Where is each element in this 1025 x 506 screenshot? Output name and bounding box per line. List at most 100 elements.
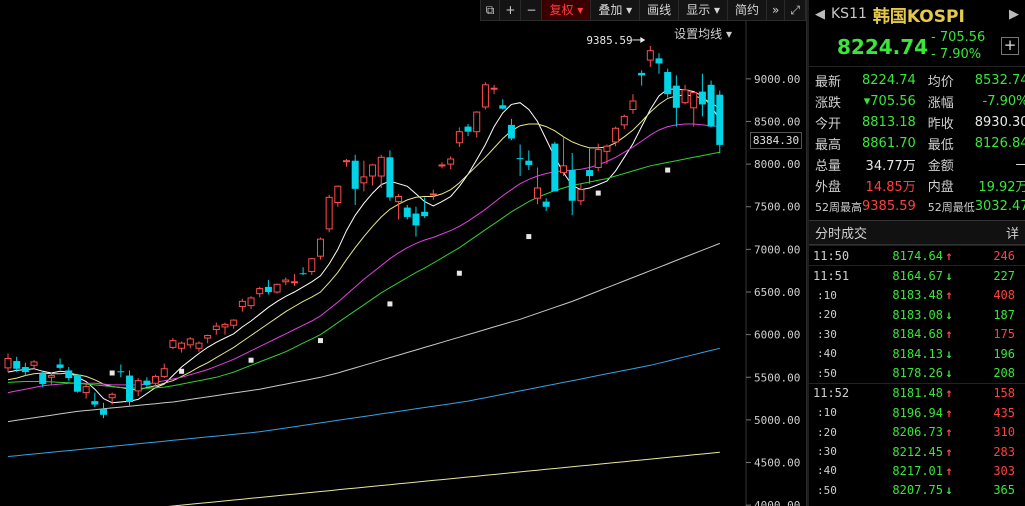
stats-row: 52周最高 9385.59 52周最低 3032.47 [809,196,1025,217]
ma-marker [109,370,115,376]
tick-volume: 408 [993,288,1015,303]
simple-mode-button[interactable]: 简约 [728,0,768,20]
tick-price: 8174.64 [892,248,943,263]
candle-body [707,84,715,127]
candle-body [473,111,481,133]
arrow-up-icon: ↑ [945,288,953,303]
tick-row: 11:50 8174.64 ↑ 246 [809,245,1025,265]
tick-price: 8183.08 [892,307,943,322]
stat-value: 8930.30 [974,115,1025,130]
stat-value: — [975,154,1025,175]
candle-body [395,195,403,203]
candle-body [490,87,498,90]
candle-body [560,165,568,174]
y-tick-label: 9000.00 [754,73,800,86]
tick-volume: 283 [993,444,1015,459]
expand-icon[interactable]: » [767,0,786,20]
tick-time: :30 [817,445,837,459]
candle-body [603,145,611,152]
quote-header: ◀ KS11 韩国KOSPI ▶ [809,0,1025,28]
ma-marker [248,357,254,363]
moving-average-line [168,451,720,506]
candle-body [195,342,203,349]
tick-volume: 246 [993,248,1015,263]
stat-value: 3032.47 [974,199,1025,214]
zoom-in-icon[interactable]: + [500,0,522,20]
candle-body [4,357,12,369]
candle-body [568,170,576,201]
peak-arrow-head [640,36,646,43]
quote-summary: 8224.74 - 705.56 - 7.90% + [809,28,1025,67]
candle-body [290,281,298,284]
y-tick-label: 5000.00 [754,414,800,427]
y-tick-label: 7500.00 [754,201,800,214]
stat-value: 14.85万 [865,180,916,195]
stat-value: 8861.70 [862,136,916,151]
ticks-title: 分时成交 [815,227,868,242]
stat-label: 金额 [927,159,954,174]
stat-value: 8532.74 [974,73,1025,88]
candle-body [247,297,255,307]
candle-body [82,386,90,394]
tick-volume: 187 [993,307,1015,322]
tick-price: 8181.48 [892,386,943,401]
prev-arrow-icon[interactable]: ◀ [809,7,831,22]
overlay-button[interactable]: 叠加 ▾ [591,0,641,20]
tick-price: 8217.01 [892,463,943,478]
stat-label: 总量 [815,159,842,174]
ticks-detail-button[interactable]: 详 [1006,223,1019,242]
ma-marker [456,270,462,276]
fullscreen-icon[interactable]: ⤢ [785,0,806,20]
stat-label: 外盘 [815,180,842,195]
tick-time: :40 [817,347,837,361]
ticks-list[interactable]: 11:50 8174.64 ↑ 246 11:51 8164.67 ↓ 227:10 8183.… [809,245,1025,500]
tick-time: 11:51 [813,269,850,284]
arrow-down-icon: ↓ [945,483,953,498]
kline-chart-area[interactable]: 9000.00 8500.00 8000.00 7500.00 7000.00 6500.… [0,0,806,506]
stat-label: 最低 [927,138,954,153]
candle-body [716,94,724,145]
window-icon[interactable]: ⧉ [481,0,501,20]
kline-chart[interactable]: 9000.00 8500.00 8000.00 7500.00 7000.00 6500.… [0,0,806,506]
candle-body [99,408,107,415]
tick-volume: 365 [993,483,1015,498]
tick-row: :20 8206.73 ↑ 310 [809,423,1025,442]
candle-body [238,300,246,307]
candle-body [316,238,324,257]
candle-body [126,375,134,402]
candle-body [65,370,73,379]
stat-label: 最高 [815,138,842,153]
stat-label: 52周最高 [815,200,862,214]
candle-body [230,319,238,326]
candle-body [577,189,585,202]
candle-body [438,164,446,167]
ma-marker [595,190,601,196]
tick-time: :30 [817,327,837,341]
arrow-down-icon: ↓ [945,346,953,361]
candle-body [360,176,368,184]
candle-body [47,375,55,378]
candle-body [134,380,142,392]
adjust-rights-button[interactable]: 复权 ▾ [542,0,592,20]
stat-value: 19.92万 [978,180,1025,195]
zoom-out-icon[interactable]: − [521,0,543,20]
candle-body [256,288,264,295]
ma-setting-dropdown[interactable]: 设置均线 ▾ [674,25,732,42]
tick-time: :10 [817,288,837,302]
next-arrow-icon[interactable]: ▶ [1003,7,1025,22]
arrow-up-icon: ↑ [945,327,953,342]
tick-row: :30 8184.68 ↑ 175 [809,325,1025,344]
add-watchlist-button[interactable]: + [1001,37,1019,55]
peak-price-label: 9385.59 [586,34,632,47]
display-button[interactable]: 显示 ▾ [679,0,729,20]
stat-value: 9385.59 [862,199,916,214]
candle-body [629,100,637,111]
arrow-up-icon: ↑ [945,425,953,440]
draw-line-button[interactable]: 画线 [640,0,680,20]
candle-body [56,364,64,368]
arrow-up-icon: ↑ [945,386,953,401]
candle-body [30,361,38,366]
tick-time: :20 [817,425,837,439]
tick-volume: 196 [993,346,1015,361]
arrow-up-icon: ↑ [945,463,953,478]
